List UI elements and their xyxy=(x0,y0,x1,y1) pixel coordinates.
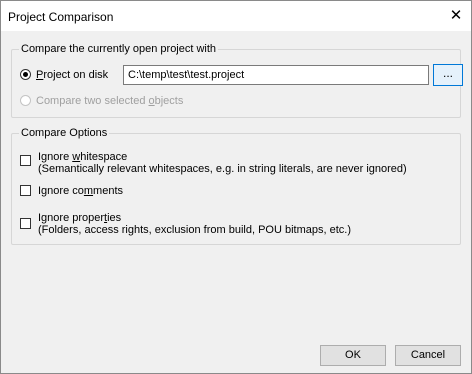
cancel-button[interactable]: Cancel xyxy=(395,345,461,366)
dialog-title: Project Comparison xyxy=(8,10,114,24)
compare-two-objects-label[interactable]: Compare two selected objects xyxy=(36,94,183,108)
browse-button[interactable]: ... xyxy=(433,64,463,86)
project-path-input[interactable]: C:\temp\test\test.project xyxy=(123,65,429,85)
compare-options-group: Compare Options Ignore whitespace (Seman… xyxy=(11,126,461,245)
ignore-whitespace-checkbox[interactable] xyxy=(20,155,31,166)
compare-with-group: Compare the currently open project with … xyxy=(11,42,463,118)
ignore-properties-description: (Folders, access rights, exclusion from … xyxy=(38,224,351,236)
ignore-properties-checkbox[interactable] xyxy=(20,218,31,229)
ignore-properties-label[interactable]: Ignore properties xyxy=(38,212,121,224)
project-comparison-dialog: Project Comparison ✕ Compare the current… xyxy=(0,0,472,374)
project-on-disk-radio[interactable] xyxy=(20,69,31,80)
radio-selected-dot xyxy=(23,72,28,77)
ignore-whitespace-label[interactable]: Ignore whitespace xyxy=(38,151,127,163)
project-on-disk-label[interactable]: Project on disk xyxy=(36,68,108,82)
ignore-comments-label[interactable]: Ignore comments xyxy=(38,185,123,197)
ignore-whitespace-description: (Semantically relevant whitespaces, e.g.… xyxy=(38,163,407,175)
ok-button[interactable]: OK xyxy=(320,345,386,366)
compare-with-group-label: Compare the currently open project with xyxy=(19,42,219,56)
compare-options-group-label: Compare Options xyxy=(19,126,110,140)
compare-two-objects-radio[interactable] xyxy=(20,95,31,106)
ignore-comments-checkbox[interactable] xyxy=(20,185,31,196)
title-bar: Project Comparison ✕ xyxy=(1,1,471,31)
close-icon[interactable]: ✕ xyxy=(441,1,471,31)
